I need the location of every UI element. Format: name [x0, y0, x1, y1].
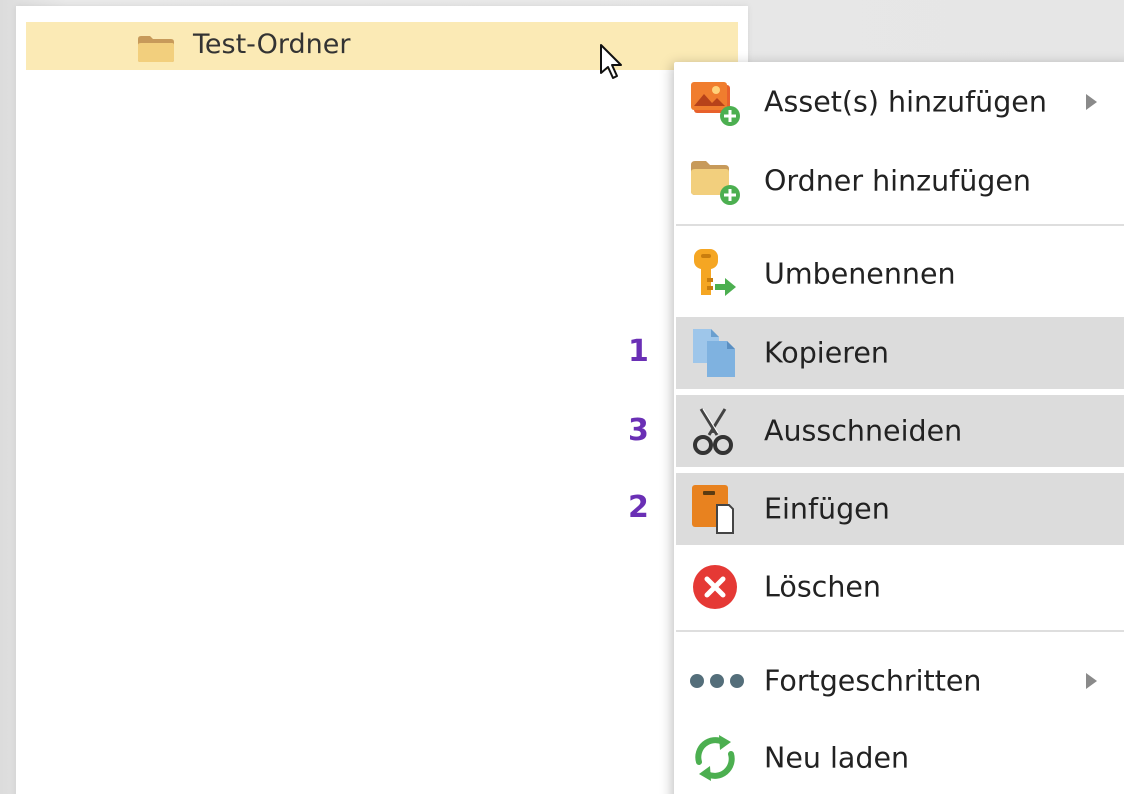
menu-item-paste[interactable]: Einfügen — [676, 473, 1124, 545]
key-rename-icon — [689, 248, 741, 300]
menu-item-add-folder[interactable]: Ordner hinzufügen — [676, 145, 1124, 217]
menu-item-label: Asset(s) hinzufügen — [764, 85, 1047, 119]
step-number-copy: 1 — [628, 334, 649, 369]
screenshot: Test-Ordner Asset(s) hinzufügen Ordner h… — [0, 0, 1124, 794]
menu-item-label: Ordner hinzufügen — [764, 164, 1031, 198]
submenu-arrow-icon — [1086, 673, 1097, 689]
step-number-paste: 2 — [628, 490, 649, 525]
menu-item-label: Umbenennen — [764, 257, 956, 291]
menu-item-copy[interactable]: Kopieren — [676, 317, 1124, 389]
more-icon — [689, 655, 744, 707]
menu-item-rename[interactable]: Umbenennen — [676, 238, 1124, 310]
tree-row-test-ordner[interactable]: Test-Ordner — [26, 22, 738, 70]
folder-tree-panel: Test-Ordner — [16, 6, 748, 794]
menu-item-add-assets[interactable]: Asset(s) hinzufügen — [676, 66, 1124, 138]
scissors-icon — [689, 405, 741, 457]
step-number-cut: 3 — [628, 413, 649, 448]
menu-item-label: Ausschneiden — [764, 414, 963, 448]
menu-separator — [676, 630, 1124, 632]
menu-item-label: Neu laden — [764, 741, 910, 775]
menu-item-delete[interactable]: Löschen — [676, 551, 1124, 623]
delete-icon — [689, 561, 741, 613]
reload-icon — [689, 732, 741, 784]
menu-item-label: Einfügen — [764, 492, 890, 526]
paste-icon — [689, 483, 741, 535]
folder-add-icon — [689, 155, 741, 207]
menu-item-label: Löschen — [764, 570, 881, 604]
copy-icon — [689, 327, 741, 379]
submenu-arrow-icon — [1086, 94, 1097, 110]
folder-icon — [137, 35, 175, 63]
menu-separator — [676, 224, 1124, 226]
menu-item-advanced[interactable]: Fortgeschritten — [676, 645, 1124, 717]
folder-label: Test-Ordner — [193, 29, 351, 60]
image-add-icon — [689, 76, 741, 128]
menu-item-reload[interactable]: Neu laden — [676, 722, 1124, 794]
menu-item-label: Fortgeschritten — [764, 664, 982, 698]
context-menu: Asset(s) hinzufügen Ordner hinzufügen Um… — [674, 62, 1124, 794]
mouse-pointer-icon — [598, 43, 626, 83]
menu-item-cut[interactable]: Ausschneiden — [676, 395, 1124, 467]
menu-item-label: Kopieren — [764, 336, 889, 370]
